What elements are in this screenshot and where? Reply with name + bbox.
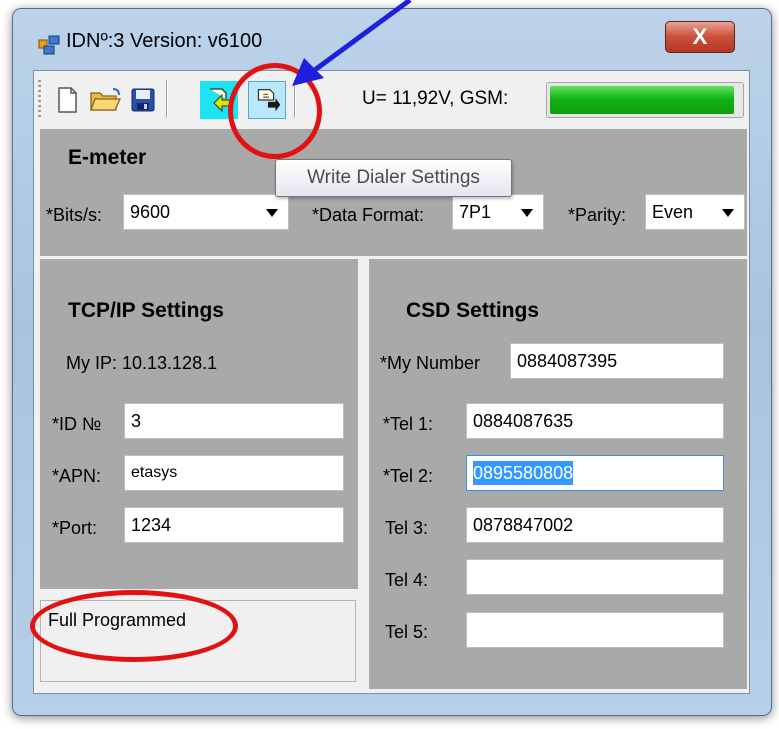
tel2-selected-text: 0895580808: [473, 461, 574, 485]
port-field[interactable]: 1234: [124, 507, 344, 543]
tel5-field[interactable]: [466, 612, 724, 648]
data-format-select-value: 7P1: [459, 202, 492, 222]
tel4-label: Tel 4:: [385, 570, 429, 590]
close-button[interactable]: X: [665, 21, 735, 53]
annotation-arrow: [292, 0, 412, 86]
bits-select-value: 9600: [130, 202, 171, 222]
parity-select-value: Even: [652, 202, 694, 222]
data-format-select[interactable]: 7P1: [452, 194, 544, 230]
toolbar-grip[interactable]: [38, 80, 41, 118]
annotation-ring-status: [30, 590, 238, 662]
chevron-down-icon[interactable]: [266, 209, 278, 217]
tel3-field[interactable]: 0878847002: [466, 507, 724, 543]
save-icon[interactable]: [124, 81, 162, 119]
tel4-field[interactable]: [466, 559, 724, 595]
data-format-label: *Data Format:: [312, 205, 425, 225]
my-ip-label: My IP: 10.13.128.1: [66, 353, 218, 373]
my-number-field[interactable]: 0884087395: [510, 343, 724, 379]
tel3-label: Tel 3:: [385, 518, 429, 538]
parity-label: *Parity:: [568, 205, 627, 225]
tcpip-header: TCP/IP Settings: [68, 299, 224, 322]
open-folder-icon[interactable]: [86, 81, 124, 119]
tel5-label: Tel 5:: [385, 622, 429, 642]
emeter-header: E-meter: [68, 146, 147, 169]
id-label: *ID №: [52, 414, 102, 434]
new-file-icon[interactable]: [48, 81, 86, 119]
chevron-down-icon[interactable]: [722, 209, 734, 217]
toolbar-separator: [166, 80, 168, 118]
gsm-signal-fill: [550, 86, 734, 114]
apn-field[interactable]: etasys: [124, 455, 344, 491]
tel2-label: *Tel 2:: [383, 466, 434, 486]
id-field[interactable]: 3: [124, 403, 344, 439]
apn-label: *APN:: [52, 466, 102, 486]
tooltip: Write Dialer Settings: [275, 159, 512, 197]
gsm-signal-bar: [546, 82, 744, 118]
tel1-field[interactable]: 0884087635: [466, 403, 724, 439]
window-title: IDNº:3 Version: v6100: [66, 30, 263, 52]
app-icon: [38, 35, 60, 55]
parity-select[interactable]: Even: [645, 194, 745, 230]
csd-header: CSD Settings: [406, 299, 540, 322]
port-label: *Port:: [52, 518, 98, 538]
chevron-down-icon[interactable]: [521, 209, 533, 217]
tel1-label: *Tel 1:: [383, 414, 434, 434]
bits-select[interactable]: 9600: [123, 194, 289, 230]
tel2-field[interactable]: 0895580808: [466, 455, 724, 491]
bits-label: *Bits/s:: [46, 205, 103, 225]
my-number-label: *My Number: [380, 353, 481, 373]
